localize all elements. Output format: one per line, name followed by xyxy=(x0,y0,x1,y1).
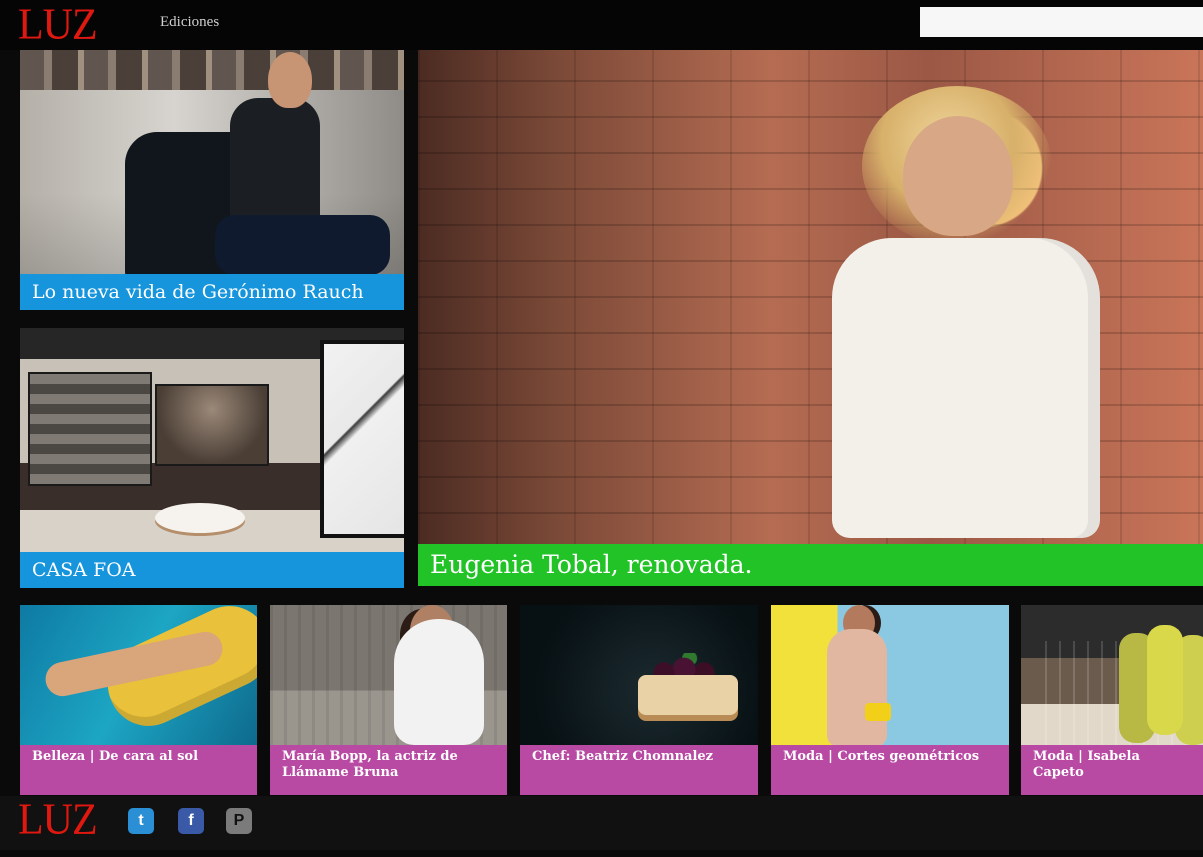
person-shape xyxy=(394,619,484,745)
cake-shape xyxy=(638,675,738,715)
luz-logo[interactable]: LUZ xyxy=(18,3,98,47)
dress-shape xyxy=(832,238,1100,538)
face-shape xyxy=(903,116,1013,236)
person-head-shape xyxy=(268,52,312,108)
article-card-casa-foa[interactable]: CASA FOA xyxy=(20,328,404,588)
twitter-icon[interactable]: t xyxy=(128,808,154,834)
search-input[interactable] xyxy=(920,7,1203,37)
article-caption: Belleza | De cara al sol xyxy=(20,745,257,795)
pinterest-icon[interactable]: P xyxy=(226,808,252,834)
facebook-icon[interactable]: f xyxy=(178,808,204,834)
table-shape xyxy=(155,503,245,533)
article-card-belleza[interactable]: Belleza | De cara al sol xyxy=(20,605,257,795)
article-card-geronimo-rauch[interactable]: Lo nueva vida de Gerónimo Rauch xyxy=(20,50,404,310)
nav-ediciones-link[interactable]: Ediciones xyxy=(160,14,219,31)
article-caption: Moda | Isabela Capeto xyxy=(1021,745,1203,795)
article-caption: Chef: Beatriz Chomnalez xyxy=(520,745,758,795)
footer-luz-logo[interactable]: LUZ xyxy=(18,798,98,842)
bag-shape xyxy=(865,703,891,721)
artwork-shape xyxy=(320,340,404,538)
featured-article-eugenia-tobal[interactable]: Eugenia Tobal, renovada. xyxy=(418,50,1203,586)
article-caption: CASA FOA xyxy=(20,552,404,588)
coat-shape xyxy=(827,629,887,747)
article-card-chef[interactable]: Chef: Beatriz Chomnalez xyxy=(520,605,758,795)
article-card-maria-bopp[interactable]: María Bopp, la actriz de Llámame Bruna xyxy=(270,605,507,795)
article-caption: Lo nueva vida de Gerónimo Rauch xyxy=(20,274,404,310)
models-shape xyxy=(1147,625,1183,735)
article-image xyxy=(20,50,404,310)
person-legs-shape xyxy=(215,215,390,275)
featured-image xyxy=(418,50,1203,586)
article-card-moda-isabela[interactable]: Moda | Isabela Capeto xyxy=(1021,605,1203,795)
top-bar: LUZ Ediciones xyxy=(0,0,1203,50)
article-caption: María Bopp, la actriz de Llámame Bruna xyxy=(270,745,507,795)
footer-bar: LUZ t f P xyxy=(0,796,1203,850)
article-image xyxy=(20,328,404,588)
featured-caption: Eugenia Tobal, renovada. xyxy=(418,544,1203,586)
window-shape xyxy=(155,384,269,466)
shelf-shape xyxy=(28,372,152,486)
article-card-moda-cortes[interactable]: Moda | Cortes geométricos xyxy=(771,605,1009,795)
article-caption: Moda | Cortes geométricos xyxy=(771,745,1009,795)
